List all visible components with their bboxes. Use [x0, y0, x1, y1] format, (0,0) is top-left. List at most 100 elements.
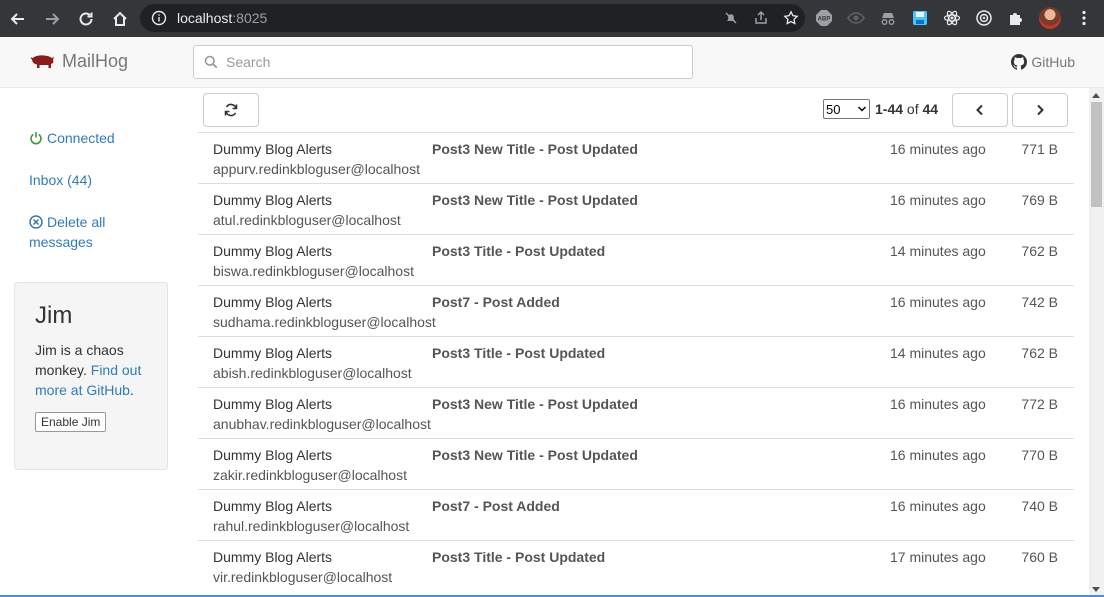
eye-extension-icon[interactable] — [847, 9, 865, 27]
previous-page-button[interactable] — [952, 93, 1008, 127]
home-button[interactable] — [104, 3, 136, 35]
message-subject: Post7 - Post Added — [432, 294, 560, 310]
message-size: 770 B — [1021, 447, 1058, 463]
message-row[interactable]: Dummy Blog Alerts anubhav.redinkbloguser… — [198, 387, 1074, 438]
message-time: 16 minutes ago — [890, 396, 986, 412]
target-extension-icon[interactable] — [975, 9, 993, 27]
message-row[interactable]: Dummy Blog Alerts atul.redinkbloguser@lo… — [198, 183, 1074, 234]
message-from: Dummy Blog Alerts — [213, 192, 333, 208]
message-time: 14 minutes ago — [890, 345, 986, 361]
forward-arrow-icon — [46, 12, 60, 25]
browser-menu-icon[interactable] — [1075, 9, 1093, 27]
message-row[interactable]: Dummy Blog Alerts rahul.redinkbloguser@l… — [198, 489, 1074, 540]
message-list: Dummy Blog Alerts appurv.redinkbloguser@… — [198, 132, 1074, 597]
page-range: 1-44 — [875, 101, 904, 117]
delete-all-link[interactable]: Delete all messages — [29, 212, 139, 252]
brand-link[interactable]: MailHog — [30, 51, 128, 72]
extensions-puzzle-icon[interactable] — [1007, 9, 1025, 27]
react-devtools-icon[interactable] — [943, 9, 961, 27]
svg-text:ABP: ABP — [818, 17, 831, 23]
next-page-button[interactable] — [1012, 93, 1068, 127]
message-toolbar: 50 1-44 of 44 — [198, 88, 1074, 133]
inbox-label: Inbox (44) — [29, 172, 93, 188]
message-size: 760 B — [1021, 549, 1058, 565]
message-size: 740 B — [1021, 498, 1058, 514]
message-time: 16 minutes ago — [890, 192, 986, 208]
search-box[interactable] — [193, 45, 693, 79]
scroll-down-arrow-icon[interactable] — [1092, 587, 1100, 592]
chevron-left-icon — [976, 104, 983, 116]
message-row[interactable]: Dummy Blog Alerts zakir.redinkbloguser@l… — [198, 438, 1074, 489]
page-scrollbar[interactable] — [1089, 88, 1104, 597]
message-subject: Post3 New Title - Post Updated — [432, 192, 638, 208]
search-icon — [204, 55, 218, 69]
message-subject: Post3 Title - Post Updated — [432, 345, 606, 361]
github-icon — [1011, 54, 1028, 70]
message-size: 762 B — [1021, 345, 1058, 361]
back-arrow-icon — [10, 12, 24, 25]
message-row[interactable]: Dummy Blog Alerts biswa.redinkbloguser@l… — [198, 234, 1074, 285]
brand-name: MailHog — [62, 51, 129, 71]
power-icon — [30, 132, 42, 145]
message-to: sudhama.redinkbloguser@localhost — [213, 314, 436, 330]
message-to: rahul.redinkbloguser@localhost — [213, 518, 410, 534]
share-icon[interactable] — [753, 10, 769, 26]
message-from: Dummy Blog Alerts — [213, 549, 333, 565]
profile-avatar[interactable] — [1039, 7, 1061, 29]
connected-label: Connected — [47, 130, 115, 146]
address-bar[interactable]: localhost:8025 — [140, 4, 805, 32]
connection-status: Connected — [29, 128, 115, 148]
bookmark-star-icon[interactable] — [783, 10, 799, 26]
message-subject: Post7 - Post Added — [432, 498, 560, 514]
message-to: anubhav.redinkbloguser@localhost — [213, 416, 431, 432]
message-from: Dummy Blog Alerts — [213, 141, 333, 157]
forward-button[interactable] — [36, 3, 68, 35]
message-time: 14 minutes ago — [890, 243, 986, 259]
adblock-extension-icon[interactable]: ABP — [815, 9, 833, 27]
message-subject: Post3 Title - Post Updated — [432, 549, 606, 565]
github-label: GitHub — [1031, 54, 1075, 70]
incognito-extension-icon[interactable] — [879, 9, 897, 27]
notifications-blocked-icon[interactable] — [723, 10, 739, 26]
message-from: Dummy Blog Alerts — [213, 447, 333, 463]
message-to: zakir.redinkbloguser@localhost — [213, 467, 407, 483]
scroll-up-arrow-icon[interactable] — [1092, 93, 1100, 98]
app-navbar: MailHog GitHub — [0, 37, 1104, 88]
message-from: Dummy Blog Alerts — [213, 345, 333, 361]
message-size: 762 B — [1021, 243, 1058, 259]
save-extension-icon[interactable] — [911, 9, 929, 27]
reload-button[interactable] — [70, 3, 102, 35]
per-page-select[interactable]: 50 — [823, 99, 870, 119]
delete-circle-icon — [29, 215, 43, 229]
browser-toolbar: localhost:8025 ABP — [0, 0, 1104, 37]
scroll-thumb[interactable] — [1091, 102, 1102, 207]
search-input[interactable] — [226, 54, 666, 70]
extensions-bar: ABP — [815, 4, 1093, 32]
message-row[interactable]: Dummy Blog Alerts appurv.redinkbloguser@… — [198, 132, 1074, 183]
inbox-link[interactable]: Inbox (44) — [29, 170, 92, 190]
site-info-icon[interactable] — [151, 10, 167, 26]
message-to: biswa.redinkbloguser@localhost — [213, 263, 414, 279]
message-to: appurv.redinkbloguser@localhost — [213, 161, 420, 177]
message-from: Dummy Blog Alerts — [213, 396, 333, 412]
github-link[interactable]: GitHub — [1011, 54, 1075, 70]
enable-jim-button[interactable]: Enable Jim — [35, 412, 107, 432]
refresh-button[interactable] — [203, 93, 259, 127]
message-row[interactable]: Dummy Blog Alerts vir.redinkbloguser@loc… — [198, 540, 1074, 591]
url-host: localhost — [177, 10, 233, 26]
page-total: 44 — [922, 101, 939, 117]
chevron-right-icon — [1037, 104, 1044, 116]
message-to: atul.redinkbloguser@localhost — [213, 212, 401, 228]
message-subject: Post3 Title - Post Updated — [432, 243, 606, 259]
jim-description: Jim is a chaos monkey. Find out more at … — [35, 340, 147, 400]
message-from: Dummy Blog Alerts — [213, 243, 333, 259]
page-of: of — [906, 101, 919, 117]
pagination-info: 1-44 of 44 — [875, 101, 938, 117]
message-to: abish.redinkbloguser@localhost — [213, 365, 412, 381]
message-row[interactable]: Dummy Blog Alerts abish.redinkbloguser@l… — [198, 336, 1074, 387]
back-button[interactable] — [2, 3, 34, 35]
sidebar: Connected Inbox (44) Delete all messages… — [0, 88, 183, 597]
mailhog-pig-icon — [30, 54, 54, 68]
message-row[interactable]: Dummy Blog Alerts sudhama.redinkbloguser… — [198, 285, 1074, 336]
message-size: 772 B — [1021, 396, 1058, 412]
